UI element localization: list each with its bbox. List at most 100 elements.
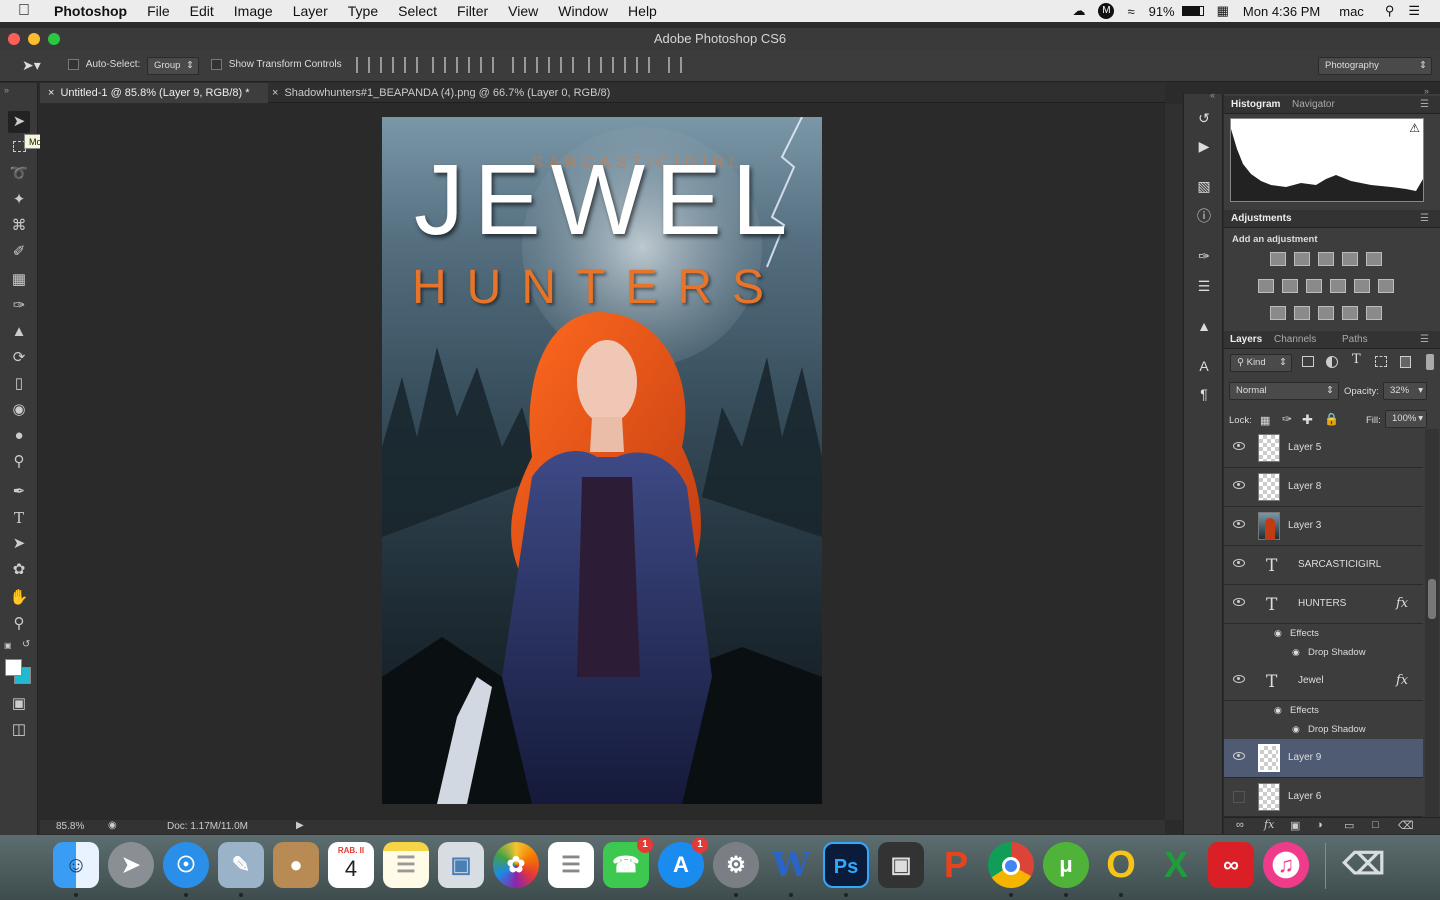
calendar-menu-icon[interactable]: ▦ xyxy=(1210,3,1236,19)
distribute-bottom-icon[interactable] xyxy=(560,57,574,73)
layer-row-layer-8[interactable]: Layer 8 xyxy=(1224,468,1423,507)
clone-source-panel-icon[interactable]: ▲ xyxy=(1194,316,1214,336)
auto-select-target-dropdown[interactable]: Group ⇕ xyxy=(147,57,199,75)
opacity-input[interactable]: 32% ▾ xyxy=(1383,382,1427,400)
system-preferences-icon[interactable]: ⚙ xyxy=(713,842,759,888)
align-vertical-center-icon[interactable] xyxy=(380,57,394,73)
menu-view[interactable]: View xyxy=(498,3,548,19)
preview-icon[interactable]: ✎ xyxy=(218,842,264,888)
word-icon[interactable]: W xyxy=(768,842,814,888)
lock-transparent-pixels-icon[interactable]: ▦ xyxy=(1260,414,1270,427)
blur-tool-icon[interactable]: ● xyxy=(8,425,30,447)
lock-image-pixels-icon[interactable]: ✑ xyxy=(1282,412,1292,426)
blend-mode-dropdown[interactable]: Normal ⇕ xyxy=(1229,382,1339,400)
layer-name[interactable]: HUNTERS xyxy=(1298,598,1346,609)
posterize-icon[interactable] xyxy=(1294,306,1310,320)
selective-color-icon[interactable] xyxy=(1342,306,1358,320)
link-layers-icon[interactable]: ∞ xyxy=(1236,819,1244,831)
close-window-button[interactable] xyxy=(8,33,20,45)
layer-name[interactable]: Layer 3 xyxy=(1288,520,1321,531)
menu-file[interactable]: File xyxy=(137,3,180,19)
zoom-level[interactable]: 85.8% xyxy=(56,821,84,832)
facetime-icon[interactable]: ☎ 1 xyxy=(603,837,653,888)
chrome-icon[interactable] xyxy=(988,842,1034,888)
new-layer-icon[interactable]: □ xyxy=(1372,819,1379,831)
effects-visibility-eye-icon[interactable]: ◉ xyxy=(1274,628,1282,639)
visibility-eye-icon[interactable] xyxy=(1233,752,1245,760)
document-canvas[interactable]: SARCASTICIGIRL JEWEL HUNTERS xyxy=(382,117,822,804)
visibility-eye-icon[interactable] xyxy=(1233,520,1245,528)
delete-layer-icon[interactable]: ⌫ xyxy=(1398,819,1414,832)
battery-icon[interactable] xyxy=(1181,6,1204,16)
brush-panel-icon[interactable]: ☰ xyxy=(1194,276,1214,296)
paint-bucket-tool-icon[interactable]: ◉ xyxy=(8,399,30,421)
itunes-icon[interactable]: ♫ xyxy=(1263,842,1309,888)
layer-name[interactable]: Layer 8 xyxy=(1288,481,1321,492)
spotlight-search-icon[interactable]: ⚲ xyxy=(1371,3,1402,19)
battery-percent[interactable]: 91% xyxy=(1142,4,1182,19)
effect-visibility-eye-icon[interactable]: ◉ xyxy=(1292,647,1300,658)
opera-icon[interactable]: O xyxy=(1098,842,1144,888)
default-colors-icon[interactable]: ▣ xyxy=(4,641,12,650)
notes-icon[interactable]: ☰ xyxy=(383,842,429,888)
threshold-icon[interactable] xyxy=(1318,306,1334,320)
wps-presentation-icon[interactable]: P xyxy=(933,842,979,888)
trash-icon[interactable]: ⌫ xyxy=(1341,842,1387,888)
align-bottom-icon[interactable] xyxy=(404,57,418,73)
app-store-icon[interactable]: A1 xyxy=(658,837,708,888)
menu-type[interactable]: Type xyxy=(338,3,388,19)
excel-icon[interactable]: X xyxy=(1153,842,1199,888)
tab-untitled-1[interactable]: × Untitled-1 @ 85.8% (Layer 9, RGB/8) * xyxy=(40,83,268,103)
creative-cloud-icon[interactable]: ∞ xyxy=(1208,842,1254,888)
distribute-horizontal-center-icon[interactable] xyxy=(612,57,626,73)
datetime[interactable]: Mon 4:36 PM xyxy=(1236,4,1327,19)
gradient-map-icon[interactable] xyxy=(1366,306,1382,320)
photos-icon[interactable]: ✿ xyxy=(493,842,539,888)
histogram-warning-icon[interactable]: ⚠ xyxy=(1409,121,1420,135)
paragraph-panel-icon[interactable]: ¶ xyxy=(1194,384,1214,404)
lock-position-icon[interactable]: ✚ xyxy=(1302,412,1313,428)
photo-filter-icon[interactable] xyxy=(1330,279,1346,293)
show-transform-option[interactable]: Show Transform Controls xyxy=(211,59,342,70)
new-group-icon[interactable]: ▭ xyxy=(1344,819,1354,832)
magic-wand-tool-icon[interactable]: ✦ xyxy=(8,189,30,211)
m-app-status-icon[interactable]: M xyxy=(1098,3,1115,19)
drop-shadow-row[interactable]: ◉ Drop Shadow xyxy=(1224,720,1423,739)
path-selection-tool-icon[interactable]: ➤ xyxy=(8,533,30,555)
dodge-tool-icon[interactable]: ⚲ xyxy=(8,451,30,473)
menu-window[interactable]: Window xyxy=(548,3,618,19)
move-tool-preset-icon[interactable]: ➤▾ xyxy=(22,57,41,74)
menu-app-name[interactable]: Photoshop xyxy=(44,3,137,19)
distribute-left-icon[interactable] xyxy=(588,57,602,73)
distribute-top-icon[interactable] xyxy=(512,57,526,73)
safari-icon[interactable]: ☉ xyxy=(163,842,209,888)
visibility-eye-icon[interactable] xyxy=(1233,442,1245,450)
color-balance-icon[interactable] xyxy=(1282,279,1298,293)
brightness-contrast-icon[interactable] xyxy=(1270,252,1286,266)
layer-name[interactable]: Layer 6 xyxy=(1288,791,1321,802)
swap-colors-icon[interactable]: ↺ xyxy=(22,639,30,650)
actions-panel-icon[interactable]: ▶ xyxy=(1194,136,1214,156)
tab-histogram[interactable]: Histogram xyxy=(1231,96,1280,114)
tab-layers[interactable]: Layers xyxy=(1230,331,1262,349)
move-tool-icon[interactable]: ➤ xyxy=(8,111,30,133)
visibility-eye-icon[interactable] xyxy=(1233,675,1245,683)
visibility-eye-icon[interactable] xyxy=(1233,481,1245,489)
black-white-icon[interactable] xyxy=(1306,279,1322,293)
final-cut-pro-icon[interactable]: ▣ xyxy=(878,842,924,888)
layer-row-sarcasticigirl[interactable]: T SARCASTICIGIRL xyxy=(1224,546,1423,585)
adjustments-panel-menu-icon[interactable]: ☰ xyxy=(1420,210,1429,228)
user-name[interactable]: mac xyxy=(1327,4,1371,19)
new-adjustment-layer-icon[interactable]: ◑ xyxy=(1316,819,1323,831)
filter-type-layers-icon[interactable]: T xyxy=(1352,352,1361,367)
auto-select-checkbox[interactable] xyxy=(68,59,79,70)
fill-input[interactable]: 100% ▾ xyxy=(1385,410,1427,428)
clone-stamp-tool-icon[interactable]: ▲ xyxy=(8,321,30,343)
status-info-icon[interactable]: ◉ xyxy=(108,820,117,831)
tab-channels[interactable]: Channels xyxy=(1274,331,1316,349)
close-tab-icon[interactable]: × xyxy=(48,87,54,99)
quick-mask-icon[interactable]: ▣ xyxy=(8,693,30,715)
screen-mode-icon[interactable]: ◫ xyxy=(8,719,30,741)
levels-icon[interactable] xyxy=(1294,252,1310,266)
brush-presets-panel-icon[interactable]: ✑ xyxy=(1194,246,1214,266)
